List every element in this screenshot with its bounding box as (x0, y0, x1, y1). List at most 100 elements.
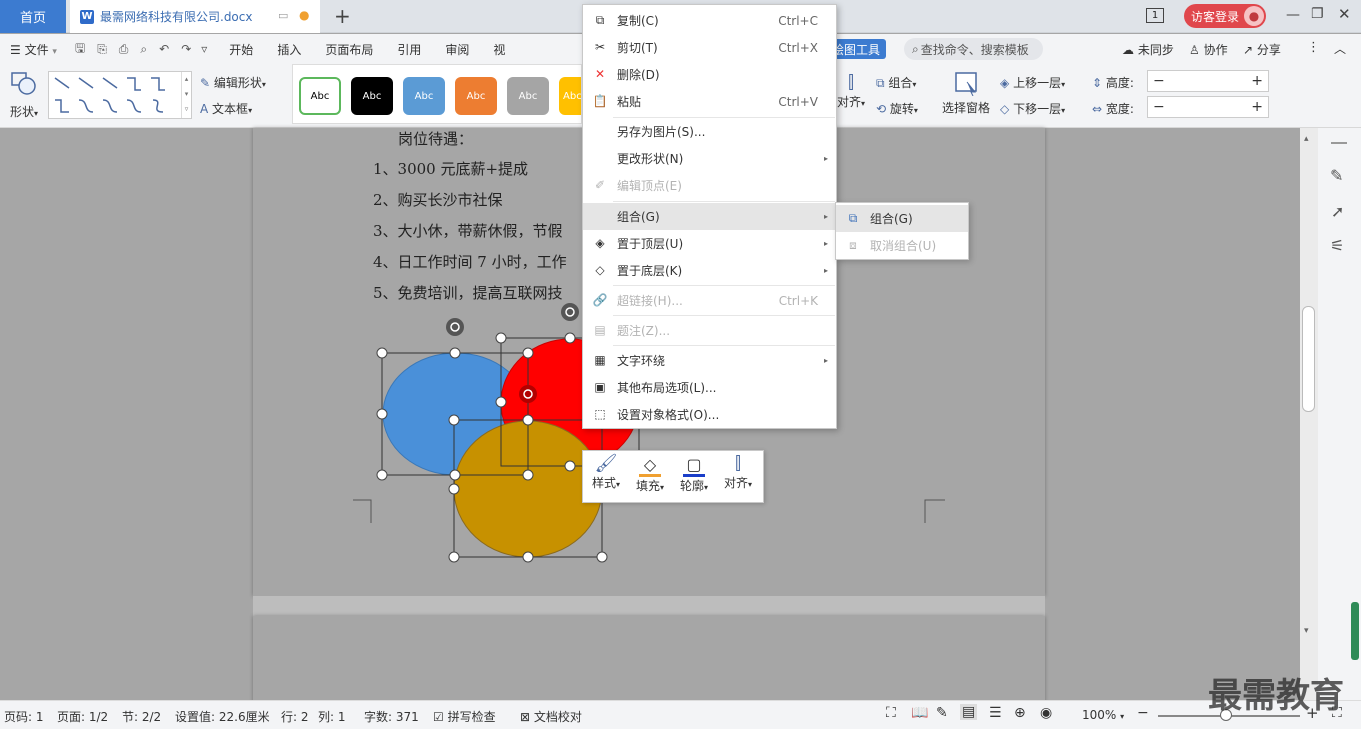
menu-item-paste[interactable]: 📋 粘贴 Ctrl+V (583, 88, 836, 115)
tab-review[interactable]: 审阅 (433, 41, 481, 58)
menu-item-group[interactable]: 组合(G) ▸ (583, 203, 836, 230)
style-yellow[interactable]: Abc (559, 77, 581, 115)
collab-button[interactable]: ♙ 协作 (1189, 41, 1228, 58)
style-blue[interactable]: Abc (403, 77, 445, 115)
login-button[interactable]: 访客登录 ● (1184, 4, 1266, 28)
textbox-button[interactable]: A 文本框▾ (200, 100, 252, 117)
web-view-icon[interactable]: ⊕ (1014, 705, 1026, 721)
unsaved-dot-icon[interactable]: ● (299, 8, 309, 22)
mini-outline-button[interactable]: ▢ 轮廓▾ (673, 453, 715, 503)
style-orange[interactable]: Abc (455, 77, 497, 115)
menu-item-change-shape[interactable]: 更改形状(N) ▸ (583, 145, 836, 172)
format-painter-icon[interactable]: ⎘ (91, 42, 113, 57)
status-page[interactable]: 页面: 1/2 (57, 708, 108, 725)
menu-item-bring-to-front[interactable]: ◈ 置于顶层(U) ▸ (583, 230, 836, 257)
eye-protection-icon[interactable]: ◉ (1040, 705, 1052, 721)
bring-forward-button[interactable]: ◈ 上移一层▾ (1000, 74, 1065, 91)
page-view-icon[interactable]: ▤ (960, 704, 978, 720)
undo-icon[interactable]: ↶ (153, 42, 175, 56)
tab-page-layout[interactable]: 页面布局 (313, 41, 385, 58)
restore-icon[interactable]: ❐ (1311, 6, 1324, 22)
shapes-button[interactable]: 形状▾ (6, 70, 42, 122)
sync-button[interactable]: ☁ 未同步 (1122, 41, 1174, 58)
minus-icon[interactable]: − (1153, 73, 1165, 89)
outline-view-icon[interactable]: ☰ (989, 705, 1002, 721)
more-icon[interactable]: ⋮ (1307, 40, 1320, 55)
align-button[interactable]: ⫿ 对齐▾ (836, 72, 866, 122)
tab-start[interactable]: 开始 (217, 41, 265, 58)
scroll-down-icon[interactable]: ▾ (1304, 626, 1309, 636)
pen-mode-icon[interactable]: ✎ (936, 705, 948, 721)
monitor-icon[interactable]: ▭ (278, 9, 288, 22)
close-icon[interactable]: ✕ (1338, 5, 1351, 23)
file-menu[interactable]: ☰ 文件 ▾ (0, 41, 69, 58)
scroll-thumb[interactable] (1302, 306, 1315, 412)
menu-item-layout-options[interactable]: ▣ 其他布局选项(L)... (583, 374, 836, 401)
reading-mode-icon[interactable]: 📖 (911, 705, 928, 721)
cursor-icon[interactable]: ➚ (1331, 202, 1344, 221)
plus-icon[interactable]: + (1251, 99, 1263, 115)
width-stepper[interactable]: − + (1147, 96, 1269, 118)
redo-icon[interactable]: ↷ (175, 42, 197, 56)
scroll-up-icon[interactable]: ▴ (1304, 134, 1309, 144)
settings-sliders-icon[interactable]: ⚟ (1330, 236, 1344, 255)
doc-proof-button[interactable]: ⊠ 文档校对 (520, 708, 582, 725)
command-search[interactable]: ⌕ 查找命令、搜索模板 (904, 38, 1043, 60)
collapse-ribbon-icon[interactable]: ︿ (1334, 40, 1346, 57)
save-icon[interactable]: 🖫 (69, 39, 91, 60)
print-preview-icon[interactable]: ⌕ (134, 42, 153, 57)
selection-pane-button[interactable]: 选择窗格 (940, 70, 992, 122)
menu-item-send-to-back[interactable]: ◇ 置于底层(K) ▸ (583, 257, 836, 284)
gallery-scroll-icon[interactable]: ▴ ▾ ▿ (181, 72, 191, 118)
share-button[interactable]: ↗ 分享 (1243, 41, 1281, 58)
edit-shape-button[interactable]: ✎ 编辑形状▾ (200, 74, 266, 91)
menu-item-save-as-image[interactable]: 另存为图片(S)... (583, 118, 836, 145)
status-word-count[interactable]: 字数: 371 (364, 708, 419, 725)
submenu-arrow-icon: ▸ (823, 239, 828, 248)
status-row[interactable]: 行: 2 (281, 708, 309, 725)
group-button[interactable]: ⧉ 组合▾ (876, 74, 916, 91)
minus-icon[interactable]: − (1153, 99, 1165, 115)
align-icon: ⫿ (848, 72, 854, 93)
plus-icon[interactable]: + (1251, 73, 1263, 89)
shape-gallery[interactable]: ▴ ▾ ▿ (48, 71, 192, 119)
page-count-badge[interactable]: 1 (1146, 8, 1164, 23)
spell-check-button[interactable]: ☑ 拼写检查 (433, 708, 496, 725)
selection-pane-icon (955, 72, 977, 97)
mini-style-button[interactable]: 🖌 样式▾ (585, 453, 627, 503)
tab-insert[interactable]: 插入 (265, 41, 313, 58)
status-page-code[interactable]: 页码: 1 (4, 708, 44, 725)
style-gray[interactable]: Abc (507, 77, 549, 115)
status-section[interactable]: 节: 2/2 (122, 708, 161, 725)
wps-writer-icon: W (80, 9, 94, 24)
rotate-button[interactable]: ⟲ 旋转▾ (876, 100, 918, 117)
menu-item-delete[interactable]: ✕ 删除(D) (583, 61, 836, 88)
document-tab-title: 最需网络科技有限公司.docx (100, 10, 253, 24)
style-black[interactable]: Abc (351, 77, 393, 115)
print-icon[interactable]: ⎙ (113, 42, 135, 57)
status-col[interactable]: 列: 1 (318, 708, 346, 725)
zoom-out-icon[interactable]: − (1137, 705, 1149, 721)
document-tab[interactable]: W 最需网络科技有限公司.docx ▭ ● (70, 0, 320, 33)
send-backward-button[interactable]: ◇ 下移一层▾ (1000, 100, 1065, 117)
tab-references[interactable]: 引用 (385, 41, 433, 58)
fullscreen-icon[interactable]: ⛶ (886, 705, 896, 721)
zoom-level[interactable]: 100% ▾ (1082, 708, 1124, 722)
new-tab-icon[interactable]: + (334, 4, 351, 28)
submenu-item-group[interactable]: ⧉ 组合(G) (836, 205, 968, 232)
home-tab[interactable]: 首页 (0, 0, 66, 33)
minimize-icon[interactable]: — (1286, 7, 1300, 23)
height-stepper[interactable]: − + (1147, 70, 1269, 92)
pen-icon[interactable]: ✎ (1330, 166, 1343, 185)
status-setting[interactable]: 设置值: 22.6厘米 (175, 708, 270, 725)
menu-item-text-wrap[interactable]: ▦ 文字环绕 ▸ (583, 347, 836, 374)
menu-item-copy[interactable]: ⧉ 复制(C) Ctrl+C (583, 7, 836, 34)
menu-item-format-object[interactable]: ⬚ 设置对象格式(O)... (583, 401, 836, 428)
style-white[interactable]: Abc (299, 77, 341, 115)
menu-item-cut[interactable]: ✂ 剪切(T) Ctrl+X (583, 34, 836, 61)
tab-view[interactable]: 视 (481, 41, 517, 58)
vertical-scrollbar[interactable]: ▴ ▾ (1300, 128, 1318, 700)
mini-align-button[interactable]: ⫿ 对齐▾ (717, 453, 759, 503)
mini-fill-button[interactable]: ◇ 填充▾ (629, 453, 671, 503)
quick-access-dropdown-icon[interactable]: ▿ (197, 42, 217, 56)
